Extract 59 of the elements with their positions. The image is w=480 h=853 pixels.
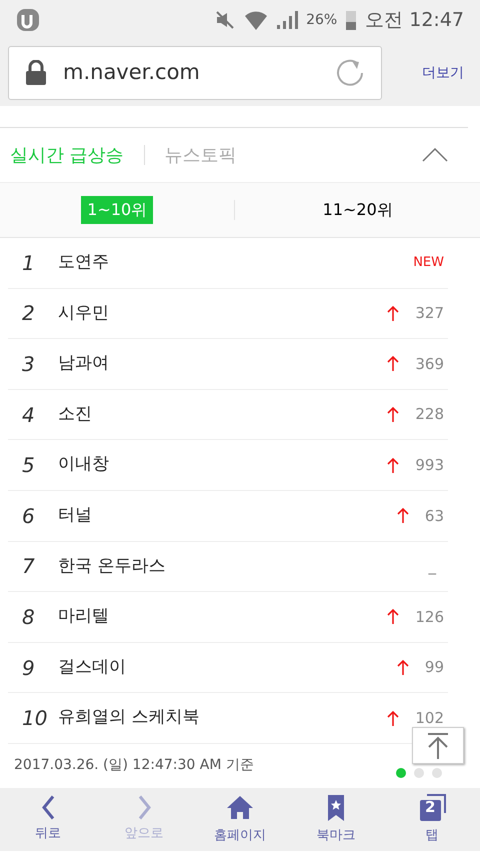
- keyword-link[interactable]: 이내창: [58, 452, 109, 478]
- chevron-right-icon: [138, 795, 150, 820]
- rank-number: 6: [22, 502, 36, 530]
- rank-number: 7: [22, 553, 36, 580]
- keyword-link[interactable]: 시우민: [58, 300, 109, 326]
- tabs-icon: [418, 794, 446, 822]
- page-dot[interactable]: [414, 768, 424, 778]
- keyword-link[interactable]: 걸스데이: [58, 654, 126, 680]
- new-label: NEW: [413, 254, 444, 272]
- keyword-link[interactable]: 터널: [58, 503, 92, 529]
- collapse-icon[interactable]: [422, 148, 448, 162]
- rank-number: 2: [22, 300, 36, 328]
- carrier-logo-icon: [16, 7, 42, 33]
- address-bar[interactable]: m.naver.com: [8, 46, 382, 100]
- clock: 오전 12:47: [365, 8, 464, 33]
- signal-icon: [276, 10, 298, 30]
- url-text: m.naver.com: [63, 59, 200, 86]
- keyword-link[interactable]: 소진: [58, 402, 92, 428]
- rank-change: 993: [415, 454, 444, 476]
- keyword-link[interactable]: 한국 온두라스: [58, 554, 166, 580]
- lock-icon: [25, 60, 47, 86]
- rank-change: _: [428, 556, 436, 578]
- tab-count: 2: [425, 800, 436, 815]
- chevron-left-icon: [42, 795, 54, 820]
- back-button[interactable]: 뒤로: [0, 794, 96, 845]
- keyword-link[interactable]: 남과여: [58, 351, 109, 377]
- rank-change: 63: [424, 506, 444, 527]
- mute-icon: [214, 10, 236, 30]
- keyword-link[interactable]: 유희열의 스케치북: [58, 705, 200, 731]
- rank-change: 126: [415, 606, 444, 628]
- rank-number: 3: [22, 350, 36, 378]
- range-tab[interactable]: 11~20위: [316, 196, 399, 224]
- wifi-icon: [244, 9, 268, 31]
- page-dot[interactable]: [396, 768, 406, 778]
- tabs-button[interactable]: 2 탭: [384, 792, 480, 846]
- rank-change: 327: [415, 303, 444, 324]
- home-button[interactable]: 홈페이지: [192, 792, 288, 846]
- scroll-top-button[interactable]: [412, 727, 464, 764]
- arrow-up-icon: [426, 732, 450, 760]
- keyword-link[interactable]: 도연주: [58, 250, 109, 276]
- rank-change: 99: [424, 657, 444, 678]
- home-icon: [226, 794, 254, 822]
- rank-number: 4: [22, 402, 36, 429]
- rank-number: 8: [22, 604, 36, 631]
- page-dot[interactable]: [432, 768, 442, 778]
- rank-number: 5: [22, 452, 36, 480]
- timestamp: 2017.03.26. (일) 12:47:30 AM 기준: [14, 756, 254, 776]
- bookmark-button[interactable]: 북마크: [288, 792, 384, 846]
- rank-number: 1: [22, 250, 36, 277]
- rank-change: 228: [415, 404, 444, 426]
- rank-number: 10: [22, 705, 48, 732]
- keyword-link[interactable]: 마리텔: [58, 604, 109, 630]
- battery-icon: [345, 9, 358, 31]
- rank-number: 9: [22, 654, 36, 682]
- rank-change: 102: [415, 708, 444, 729]
- more-link[interactable]: 더보기: [422, 62, 464, 84]
- battery-percent: 26%: [306, 10, 338, 30]
- rank-change: 369: [415, 354, 444, 375]
- reload-icon[interactable]: [335, 58, 365, 88]
